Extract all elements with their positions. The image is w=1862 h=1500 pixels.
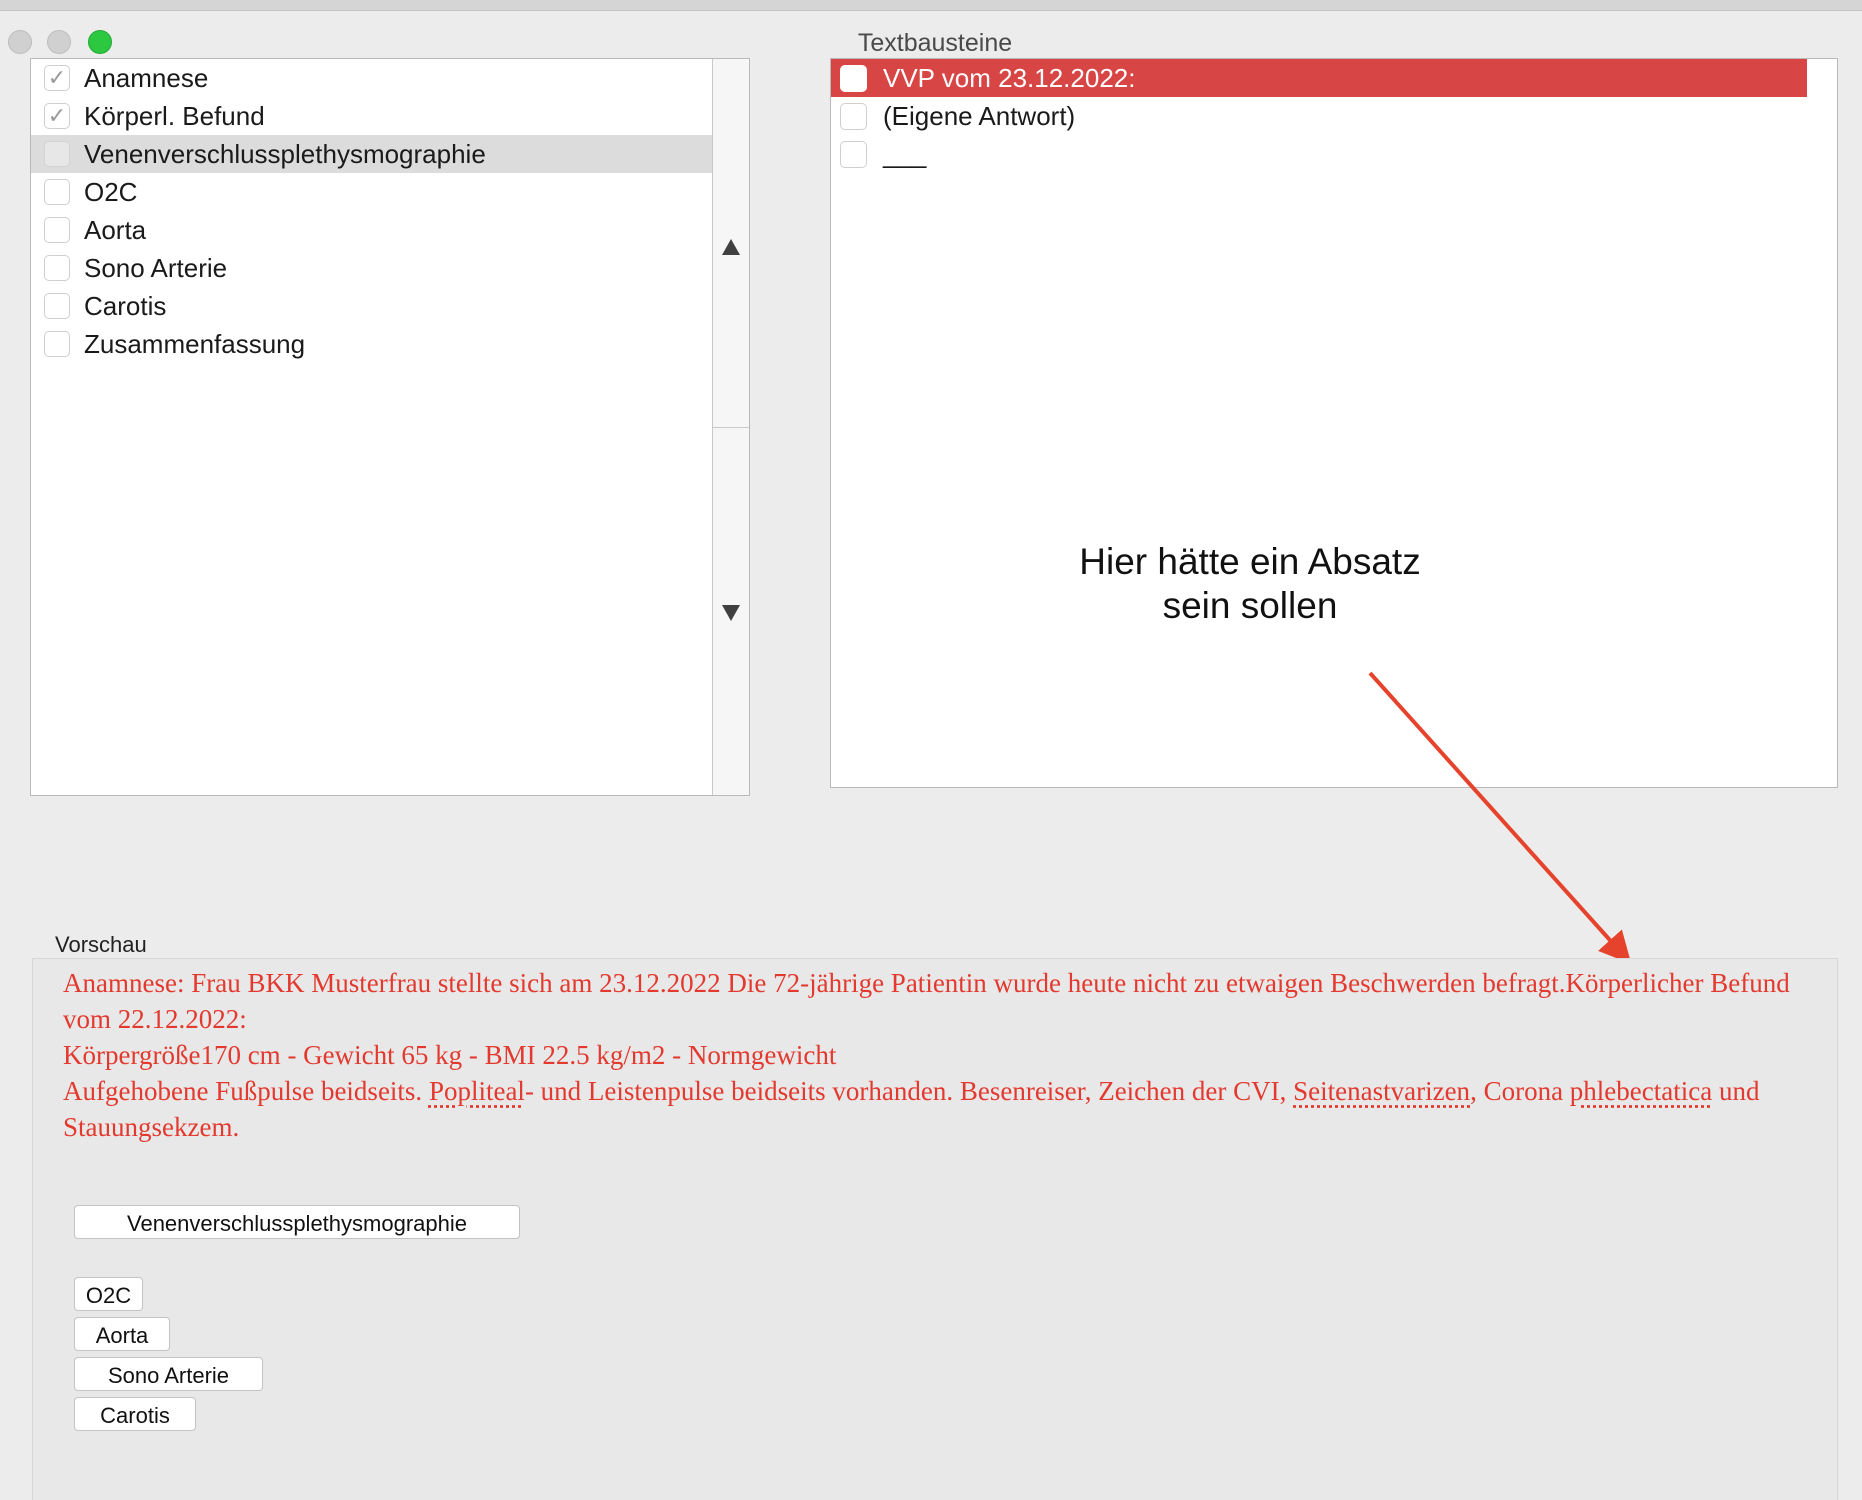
preview-text-segment: , Corona [1470,1076,1570,1106]
button-label: Carotis [100,1403,170,1428]
preview-line-1: Anamnese: Frau BKK Musterfrau stellte si… [63,968,1790,1034]
carotis-button[interactable]: Carotis [74,1397,196,1431]
venenverschlussplethysmographie-button[interactable]: Venenverschlussplethysmographie [74,1205,520,1239]
aorta-button[interactable]: Aorta [74,1317,170,1351]
spellcheck-word: Seitenastvarizen [1293,1076,1471,1106]
preview-text-segment: Aufgehobene Fußpulse beidseits. [63,1076,429,1106]
preview-text: Anamnese: Frau BKK Musterfrau stellte si… [63,965,1823,1145]
sono-arterie-button[interactable]: Sono Arterie [74,1357,263,1391]
button-label: Sono Arterie [107,1363,230,1388]
preview-line-3: Aufgehobene Fußpulse beidseits. Poplitea… [63,1073,1823,1145]
button-label: O2C [85,1283,132,1308]
preview-line-2: Körpergröße170 cm - Gewicht 65 kg - BMI … [63,1040,837,1070]
button-label: Venenverschlussplethysmographie [127,1211,467,1236]
preview-label: Vorschau [55,932,147,957]
o2c-button[interactable]: O2C [74,1277,143,1311]
preview-text-segment: - und Leistenpulse beidseits vorhanden. … [524,1076,1294,1106]
preview-area[interactable]: Anamnese: Frau BKK Musterfrau stellte si… [32,958,1838,1500]
spellcheck-word: Popliteal [428,1076,525,1106]
button-label: Aorta [95,1323,149,1348]
spellcheck-word: phlebectatica [1569,1076,1713,1106]
